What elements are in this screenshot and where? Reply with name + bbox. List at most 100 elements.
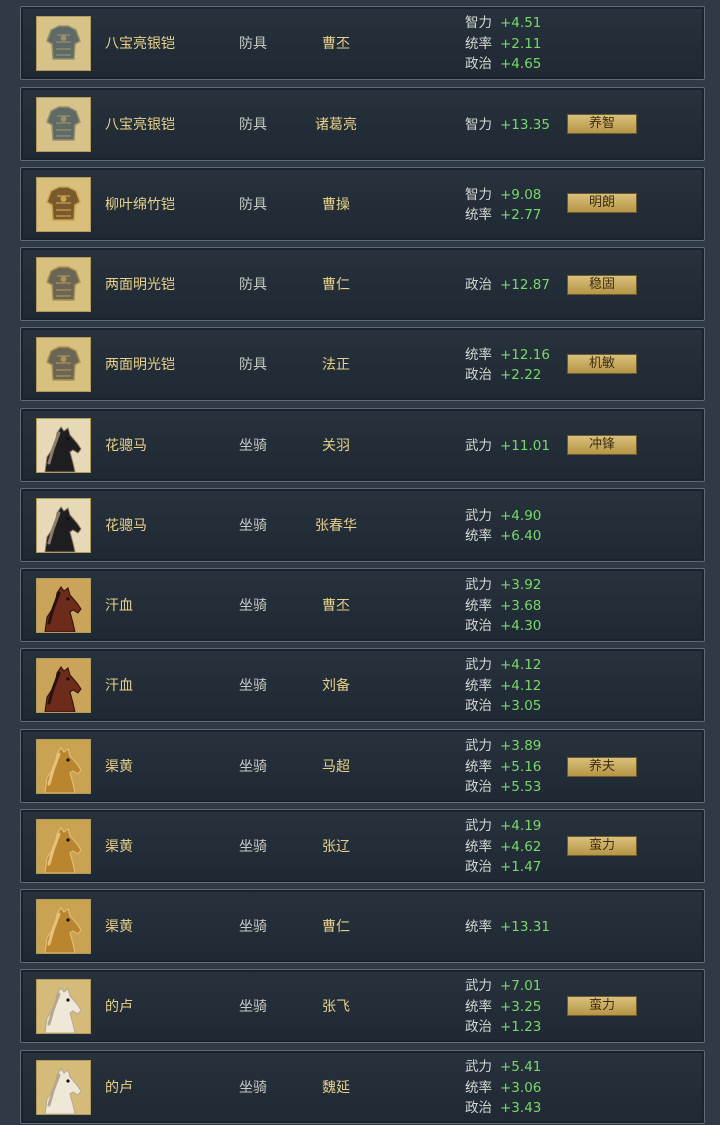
- stat-value: +2.22: [500, 367, 542, 383]
- stat-value: +5.53: [500, 779, 542, 796]
- stat-value: +1.23: [500, 1019, 542, 1036]
- stat-bonus: 统率 +2.77: [465, 205, 575, 226]
- stat-bonus: 武力 +3.92: [465, 575, 575, 596]
- stat-value: +3.06: [500, 1079, 542, 1096]
- equipment-row[interactable]: 汗血 坐骑 曹丕 武力 +3.92 统率 +3.68 政治 +4.30: [20, 568, 705, 642]
- stat-label: 武力: [465, 657, 492, 674]
- stat-label: 政治: [465, 779, 492, 796]
- owner-general-name: 刘备: [322, 678, 350, 694]
- stat-bonus: 政治 +5.53: [465, 777, 575, 798]
- equipment-name: 渠黄: [105, 839, 133, 855]
- stat-bonus: 统率 +5.16: [465, 757, 575, 778]
- stat-value: +3.68: [500, 597, 542, 614]
- owner-general-name: 诸葛亮: [315, 117, 357, 133]
- horse-red-icon: [36, 658, 91, 713]
- horse-red-icon: [36, 578, 91, 633]
- stat-bonus: 统率 +2.11: [465, 34, 575, 55]
- stat-bonus-list: 武力 +4.90 统率 +6.40: [465, 489, 575, 563]
- owner-general-name: 张辽: [322, 839, 350, 855]
- stat-value: +13.35: [500, 116, 550, 133]
- equipment-row[interactable]: 八宝亮银铠 防具 诸葛亮 智力 +13.35 养智: [20, 87, 705, 161]
- armor-silver-icon: [36, 16, 91, 71]
- stat-bonus-list: 智力 +9.08 统率 +2.77: [465, 168, 575, 242]
- equipment-row[interactable]: 渠黄 坐骑 张辽 武力 +4.19 统率 +4.62 政治 +1.47 蛮力: [20, 809, 705, 883]
- horse-black-icon: [36, 498, 91, 553]
- stat-bonus: 统率 +4.12: [465, 676, 575, 697]
- armor-bronze-icon: [36, 337, 91, 392]
- trait-tag[interactable]: 养智: [567, 114, 637, 134]
- armor-bronze-icon: [36, 257, 91, 312]
- stat-bonus-list: 武力 +3.89 统率 +5.16 政治 +5.53: [465, 730, 575, 804]
- stat-value: +9.08: [500, 186, 542, 203]
- horse-gold-icon: [36, 899, 91, 954]
- stat-bonus: 政治 +4.65: [465, 54, 575, 75]
- stat-bonus: 武力 +3.89: [465, 736, 575, 757]
- stat-bonus-list: 武力 +4.19 统率 +4.62 政治 +1.47: [465, 810, 575, 884]
- equipment-row[interactable]: 花骢马 坐骑 张春华 武力 +4.90 统率 +6.40: [20, 488, 705, 562]
- stat-value: +13.31: [500, 918, 550, 935]
- owner-general-name: 曹操: [322, 197, 350, 213]
- trait-tag[interactable]: 机敏: [567, 354, 637, 374]
- stat-label: 武力: [465, 818, 492, 835]
- stat-bonus-list: 武力 +3.92 统率 +3.68 政治 +4.30: [465, 569, 575, 643]
- owner-general-name: 曹丕: [322, 598, 350, 614]
- trait-tag[interactable]: 养夫: [567, 757, 637, 777]
- equipment-row[interactable]: 渠黄 坐骑 曹仁 统率 +13.31: [20, 889, 705, 963]
- stat-value: +12.87: [500, 276, 550, 293]
- stat-value: +4.19: [500, 818, 542, 835]
- equipment-name: 八宝亮银铠: [105, 36, 175, 52]
- stat-label: 政治: [465, 859, 492, 876]
- stat-value: +5.16: [500, 758, 542, 775]
- equipment-type: 防具: [239, 277, 267, 293]
- equipment-name: 汗血: [105, 678, 133, 694]
- stat-label: 武力: [465, 437, 492, 454]
- stat-label: 统率: [465, 758, 492, 775]
- trait-tag[interactable]: 蛮力: [567, 836, 637, 856]
- stat-bonus: 政治 +2.22: [465, 365, 575, 386]
- stat-bonus-list: 武力 +5.41 统率 +3.06 政治 +3.43: [465, 1051, 575, 1125]
- stat-bonus: 智力 +13.35: [465, 115, 575, 136]
- equipment-row[interactable]: 八宝亮银铠 防具 曹丕 智力 +4.51 统率 +2.11 政治 +4.65: [20, 6, 705, 80]
- stat-bonus-list: 武力 +7.01 统率 +3.25 政治 +1.23: [465, 970, 575, 1044]
- stat-value: +5.41: [500, 1059, 542, 1076]
- equipment-name: 两面明光铠: [105, 357, 175, 373]
- stat-label: 武力: [465, 577, 492, 594]
- stat-bonus: 武力 +7.01: [465, 976, 575, 997]
- stat-value: +4.90: [500, 507, 542, 524]
- stat-bonus-list: 武力 +4.12 统率 +4.12 政治 +3.05: [465, 649, 575, 723]
- trait-tag[interactable]: 明朗: [567, 193, 637, 213]
- horse-gold-icon: [36, 739, 91, 794]
- stat-bonus: 统率 +3.68: [465, 596, 575, 617]
- trait-tag[interactable]: 冲锋: [567, 435, 637, 455]
- stat-bonus: 政治 +4.30: [465, 616, 575, 637]
- equipment-name: 两面明光铠: [105, 277, 175, 293]
- equipment-row[interactable]: 的卢 坐骑 魏延 武力 +5.41 统率 +3.06 政治 +3.43: [20, 1050, 705, 1124]
- trait-tag[interactable]: 蛮力: [567, 996, 637, 1016]
- stat-value: +6.40: [500, 528, 542, 544]
- equipment-type: 坐骑: [239, 678, 267, 694]
- equipment-row[interactable]: 两面明光铠 防具 曹仁 政治 +12.87 稳固: [20, 247, 705, 321]
- stat-label: 政治: [465, 276, 492, 293]
- stat-label: 政治: [465, 367, 492, 383]
- stat-bonus-list: 智力 +13.35: [465, 88, 575, 162]
- equipment-name: 的卢: [105, 999, 133, 1015]
- equipment-type: 防具: [239, 357, 267, 373]
- equipment-row[interactable]: 汗血 坐骑 刘备 武力 +4.12 统率 +4.12 政治 +3.05: [20, 648, 705, 722]
- stat-bonus: 武力 +4.12: [465, 655, 575, 676]
- trait-tag[interactable]: 稳固: [567, 275, 637, 295]
- stat-bonus: 政治 +1.23: [465, 1017, 575, 1038]
- equipment-row[interactable]: 的卢 坐骑 张飞 武力 +7.01 统率 +3.25 政治 +1.23 蛮力: [20, 969, 705, 1043]
- stat-label: 统率: [465, 528, 492, 544]
- equipment-row[interactable]: 渠黄 坐骑 马超 武力 +3.89 统率 +5.16 政治 +5.53 养夫: [20, 729, 705, 803]
- stat-value: +3.92: [500, 577, 542, 594]
- equipment-row[interactable]: 柳叶绵竹铠 防具 曹操 智力 +9.08 统率 +2.77 明朗: [20, 167, 705, 241]
- stat-bonus: 政治 +3.05: [465, 696, 575, 717]
- stat-value: +3.43: [500, 1100, 542, 1117]
- stat-label: 统率: [465, 35, 492, 52]
- equipment-type: 坐骑: [239, 438, 267, 454]
- equipment-type: 坐骑: [239, 598, 267, 614]
- equipment-row[interactable]: 花骢马 坐骑 关羽 武力 +11.01 冲锋: [20, 408, 705, 482]
- stat-bonus: 政治 +3.43: [465, 1098, 575, 1119]
- stat-bonus: 统率 +6.40: [465, 526, 575, 547]
- equipment-row[interactable]: 两面明光铠 防具 法正 统率 +12.16 政治 +2.22 机敏: [20, 327, 705, 401]
